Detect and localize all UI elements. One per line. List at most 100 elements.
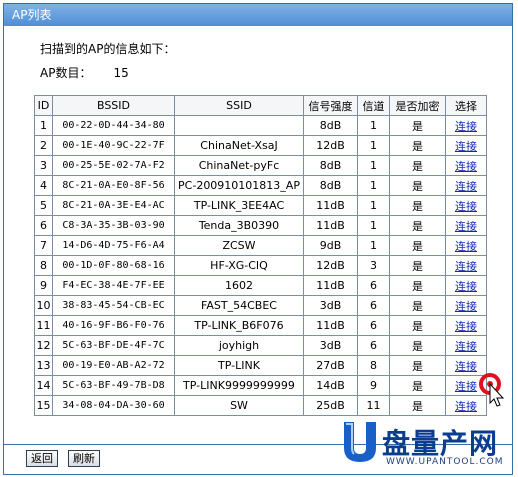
cell-id: 8 [34, 255, 53, 276]
cell-bssid: 34-08-04-DA-30-60 [52, 395, 175, 416]
cell-bssid: 8C-21-0A-E0-8F-56 [52, 175, 175, 196]
cell-select: 连接 [445, 175, 487, 196]
connect-link[interactable]: 连接 [455, 320, 477, 333]
cell-encrypted: 是 [389, 355, 446, 376]
connect-link[interactable]: 连接 [455, 240, 477, 253]
cell-id: 6 [34, 215, 53, 236]
cell-select: 连接 [445, 235, 487, 256]
header-ssid: SSID [174, 95, 304, 116]
cell-id: 9 [34, 275, 53, 296]
ap-table: ID BSSID SSID 信号强度 信道 是否加密 选择 1 00-22-0D-… [34, 95, 487, 416]
table-row: 12 5C-63-BF-DE-4F-7C joyhigh 3dB 6 是连接 [34, 335, 487, 356]
table-row: 1 00-22-0D-44-34-80 8dB 1 是连接 [34, 115, 487, 136]
cell-id: 2 [34, 135, 53, 156]
table-row: 10 38-83-45-54-CB-EC FAST_54CBEC 3dB 6 是连接 [34, 295, 487, 316]
cell-channel: 6 [357, 275, 390, 296]
cell-id: 13 [34, 355, 53, 376]
window-title: AP列表 [4, 4, 512, 26]
cell-bssid: 00-22-0D-44-34-80 [52, 115, 175, 136]
cell-signal: 14dB [303, 375, 358, 396]
cell-select: 连接 [445, 195, 487, 216]
cell-signal: 3dB [303, 295, 358, 316]
cell-signal: 11dB [303, 215, 358, 236]
cell-channel: 1 [357, 115, 390, 136]
cell-bssid: 5C-63-BF-49-7B-D8 [52, 375, 175, 396]
table-row: 5 8C-21-0A-3E-E4-AC TP-LINK_3EE4AC 11dB 1 是连接 [34, 195, 487, 216]
cell-ssid: ChinaNet-XsaJ [174, 135, 304, 156]
cell-channel: 6 [357, 295, 390, 316]
cell-signal: 12dB [303, 135, 358, 156]
connect-link[interactable]: 连接 [455, 220, 477, 233]
header-channel: 信道 [357, 95, 390, 116]
cell-signal: 12dB [303, 255, 358, 276]
cell-signal: 9dB [303, 235, 358, 256]
connect-link[interactable]: 连接 [455, 340, 477, 353]
cell-channel: 11 [357, 395, 390, 416]
cell-select: 连接 [445, 335, 487, 356]
connect-link[interactable]: 连接 [455, 380, 477, 393]
cell-encrypted: 是 [389, 275, 446, 296]
connect-link[interactable]: 连接 [455, 360, 477, 373]
cell-id: 11 [34, 315, 53, 336]
cell-channel: 1 [357, 175, 390, 196]
cell-id: 10 [34, 295, 53, 316]
cell-select: 连接 [445, 295, 487, 316]
cell-encrypted: 是 [389, 375, 446, 396]
cell-id: 4 [34, 175, 53, 196]
connect-link[interactable]: 连接 [455, 180, 477, 193]
cell-id: 12 [34, 335, 53, 356]
connect-link[interactable]: 连接 [455, 160, 477, 173]
table-row: 9 F4-EC-38-4E-7F-EE 1602 11dB 6 是连接 [34, 275, 487, 296]
connect-link[interactable]: 连接 [455, 260, 477, 273]
cell-ssid: ChinaNet-pyFc [174, 155, 304, 176]
cell-bssid: 00-1D-0F-80-68-16 [52, 255, 175, 276]
cell-encrypted: 是 [389, 315, 446, 336]
cell-ssid: FAST_54CBEC [174, 295, 304, 316]
table-row: 4 8C-21-0A-E0-8F-56 PC-200910101813_AP 8dB 1… [34, 175, 487, 196]
cell-select: 连接 [445, 135, 487, 156]
ap-count-label: AP数目： [40, 66, 92, 80]
cell-channel: 1 [357, 195, 390, 216]
table-row: 3 00-25-5E-02-7A-F2 ChinaNet-pyFc 8dB 1 是连接 [34, 155, 487, 176]
mouse-cursor-icon [479, 373, 505, 407]
ap-count-value: 15 [113, 66, 129, 80]
table-row: 6 C8-3A-35-3B-03-90 Tenda_3B0390 11dB 1 是连接 [34, 215, 487, 236]
ap-count: AP数目： 15 [40, 64, 129, 81]
cell-channel: 1 [357, 135, 390, 156]
cell-ssid: joyhigh [174, 335, 304, 356]
cell-signal: 11dB [303, 315, 358, 336]
cell-id: 3 [34, 155, 53, 176]
refresh-button[interactable]: 刷新 [68, 450, 100, 467]
cell-ssid: TP-LINK [174, 355, 304, 376]
cell-encrypted: 是 [389, 215, 446, 236]
cell-ssid: 1602 [174, 275, 304, 296]
connect-link[interactable]: 连接 [455, 300, 477, 313]
cell-channel: 9 [357, 375, 390, 396]
cell-id: 5 [34, 195, 53, 216]
site-watermark: 盘量产网 WWW.UPANTOOL.COM [340, 420, 510, 470]
cell-bssid: 38-83-45-54-CB-EC [52, 295, 175, 316]
table-row: 14 5C-63-BF-49-7B-D8 TP-LINK9999999999 14dB… [34, 375, 487, 396]
cell-signal: 3dB [303, 335, 358, 356]
cell-ssid: SW [174, 395, 304, 416]
cell-bssid: 00-1E-40-9C-22-7F [52, 135, 175, 156]
connect-link[interactable]: 连接 [455, 280, 477, 293]
cell-ssid: TP-LINK_B6F076 [174, 315, 304, 336]
table-row: 7 14-D6-4D-75-F6-A4 ZCSW 9dB 1 是连接 [34, 235, 487, 256]
cell-bssid: C8-3A-35-3B-03-90 [52, 215, 175, 236]
cell-bssid: 00-25-5E-02-7A-F2 [52, 155, 175, 176]
back-button[interactable]: 返回 [26, 450, 58, 467]
connect-link[interactable]: 连接 [455, 400, 477, 413]
watermark-url: WWW.UPANTOOL.COM [386, 457, 504, 467]
cell-bssid: 00-19-E0-AB-A2-72 [52, 355, 175, 376]
cell-signal: 8dB [303, 155, 358, 176]
ap-list-window: AP列表 扫描到的AP的信息如下： AP数目： 15 ID BSSID SSID … [3, 3, 513, 475]
cell-id: 14 [34, 375, 53, 396]
connect-link[interactable]: 连接 [455, 200, 477, 213]
cell-channel: 8 [357, 355, 390, 376]
connect-link[interactable]: 连接 [455, 140, 477, 153]
ap-table-header: ID BSSID SSID 信号强度 信道 是否加密 选择 [34, 95, 487, 116]
header-select: 选择 [445, 95, 487, 116]
cell-signal: 25dB [303, 395, 358, 416]
connect-link[interactable]: 连接 [455, 120, 477, 133]
